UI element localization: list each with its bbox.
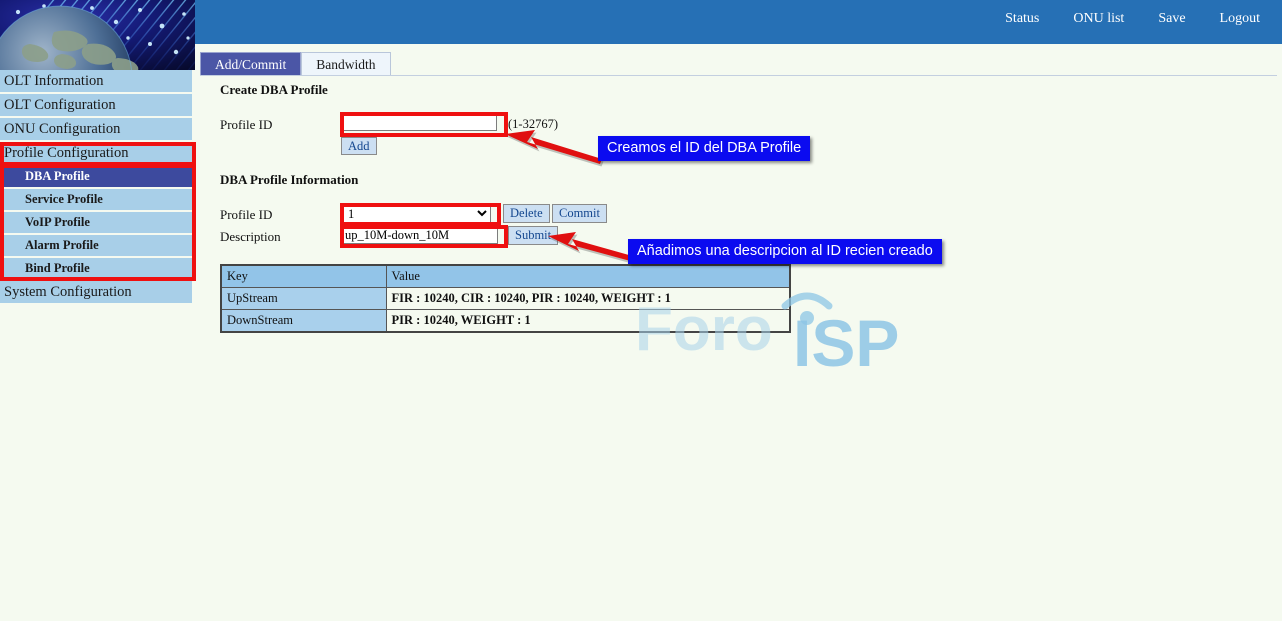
table-row: UpStream FIR : 10240, CIR : 10240, PIR :… bbox=[221, 288, 790, 310]
dba-profile-information-heading: DBA Profile Information bbox=[220, 172, 358, 188]
top-navigation: Status ONU list Save Logout bbox=[1005, 11, 1260, 27]
sidebar-item-label: VoIP Profile bbox=[25, 215, 90, 229]
sidebar: OLT Information OLT Configuration ONU Co… bbox=[0, 0, 195, 621]
nav-link-save[interactable]: Save bbox=[1158, 11, 1185, 27]
tab-bandwidth[interactable]: Bandwidth bbox=[301, 52, 390, 75]
profile-id-range-hint: (1-32767) bbox=[508, 117, 558, 132]
sidebar-item-bind-profile[interactable]: Bind Profile bbox=[0, 258, 192, 281]
sidebar-item-label: Alarm Profile bbox=[25, 238, 99, 252]
tab-underline-divider bbox=[200, 75, 1277, 76]
sidebar-item-service-profile[interactable]: Service Profile bbox=[0, 189, 192, 212]
main-content: Add/Commit Bandwidth Create DBA Profile … bbox=[195, 44, 1282, 621]
sidebar-item-olt-configuration[interactable]: OLT Configuration bbox=[0, 94, 192, 118]
sidebar-item-profile-configuration[interactable]: Profile Configuration bbox=[0, 142, 192, 166]
table-cell-value: PIR : 10240, WEIGHT : 1 bbox=[386, 310, 790, 333]
commit-button[interactable]: Commit bbox=[552, 204, 607, 223]
nav-link-onu-list[interactable]: ONU list bbox=[1073, 11, 1124, 27]
table-header-key: Key bbox=[221, 265, 386, 288]
watermark-text-right: ISP bbox=[793, 306, 899, 380]
sidebar-item-label: Service Profile bbox=[25, 192, 103, 206]
table-cell-key: UpStream bbox=[221, 288, 386, 310]
sidebar-item-olt-information[interactable]: OLT Information bbox=[0, 70, 192, 94]
sidebar-item-onu-configuration[interactable]: ONU Configuration bbox=[0, 118, 192, 142]
delete-button[interactable]: Delete bbox=[503, 204, 550, 223]
globe-graphic bbox=[0, 0, 195, 70]
info-profile-id-label: Profile ID bbox=[220, 207, 272, 223]
nav-link-status[interactable]: Status bbox=[1005, 11, 1039, 27]
description-input[interactable] bbox=[341, 227, 498, 244]
top-header-bar: Status ONU list Save Logout bbox=[195, 0, 1282, 44]
table-cell-key: DownStream bbox=[221, 310, 386, 333]
create-dba-profile-heading: Create DBA Profile bbox=[220, 82, 328, 98]
nav-link-logout[interactable]: Logout bbox=[1220, 11, 1260, 27]
watermark-wifi-icon bbox=[785, 296, 829, 325]
sidebar-item-voip-profile[interactable]: VoIP Profile bbox=[0, 212, 192, 235]
dba-profile-table: Key Value UpStream FIR : 10240, CIR : 10… bbox=[220, 264, 791, 333]
table-header-row: Key Value bbox=[221, 265, 790, 288]
tab-bar: Add/Commit Bandwidth bbox=[200, 52, 391, 75]
sidebar-menu: OLT Information OLT Configuration ONU Co… bbox=[0, 70, 192, 305]
sidebar-item-label: OLT Information bbox=[4, 73, 103, 89]
tab-add-commit[interactable]: Add/Commit bbox=[200, 52, 301, 75]
profile-id-select[interactable]: 1 bbox=[341, 204, 491, 223]
sidebar-item-label: Bind Profile bbox=[25, 261, 90, 275]
annotation-callout-create-id: Creamos el ID del DBA Profile bbox=[598, 136, 810, 161]
add-button[interactable]: Add bbox=[341, 137, 377, 155]
sidebar-item-label: DBA Profile bbox=[25, 169, 90, 183]
sidebar-item-label: System Configuration bbox=[4, 284, 132, 300]
table-cell-value: FIR : 10240, CIR : 10240, PIR : 10240, W… bbox=[386, 288, 790, 310]
sidebar-item-alarm-profile[interactable]: Alarm Profile bbox=[0, 235, 192, 258]
table-row: DownStream PIR : 10240, WEIGHT : 1 bbox=[221, 310, 790, 333]
globe-network-banner-image bbox=[0, 0, 195, 70]
sidebar-item-label: ONU Configuration bbox=[4, 121, 120, 137]
sidebar-item-dba-profile[interactable]: DBA Profile bbox=[0, 166, 192, 189]
create-profile-id-label: Profile ID bbox=[220, 117, 272, 133]
create-profile-id-input[interactable] bbox=[341, 114, 497, 131]
annotation-callout-description: Añadimos una descripcion al ID recien cr… bbox=[628, 239, 942, 264]
sidebar-item-system-configuration[interactable]: System Configuration bbox=[0, 281, 192, 305]
description-label: Description bbox=[220, 229, 281, 245]
table-header-value: Value bbox=[386, 265, 790, 288]
submit-button[interactable]: Submit bbox=[508, 226, 558, 245]
sidebar-item-label: Profile Configuration bbox=[4, 145, 128, 161]
sidebar-item-label: OLT Configuration bbox=[4, 97, 116, 113]
